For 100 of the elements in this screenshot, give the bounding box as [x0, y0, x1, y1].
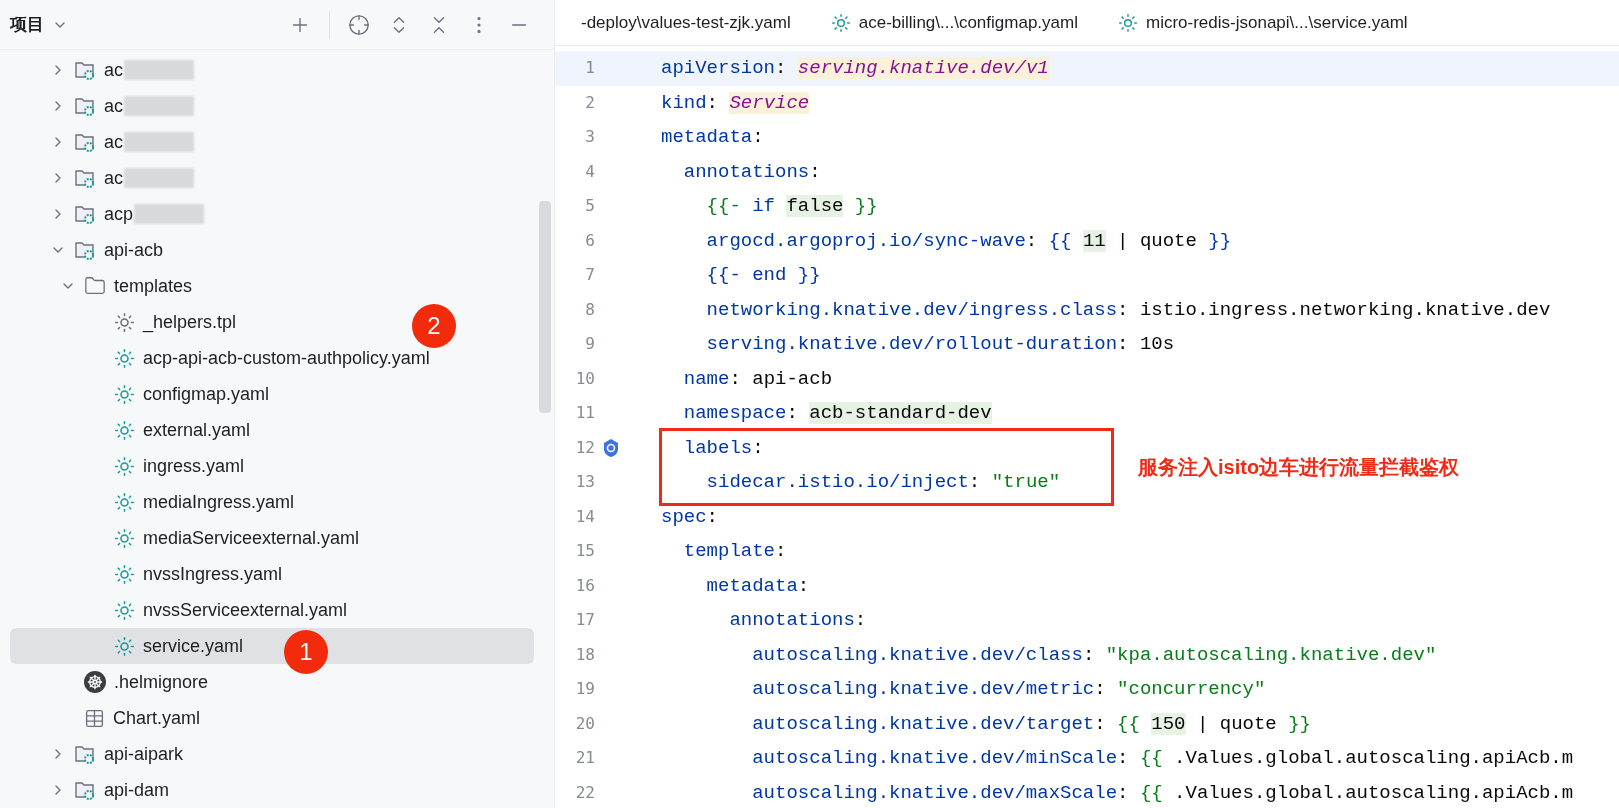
editor-tab[interactable]: micro-redis-jsonapi\...\service.yaml	[1117, 9, 1408, 36]
code-line: serving.knative.dev/rollout-duration: 10s	[705, 332, 1175, 357]
code-line: spec:	[661, 504, 718, 530]
line-number: 13	[574, 471, 595, 494]
table-icon	[84, 707, 105, 729]
line-number: 20	[574, 712, 595, 735]
item-label: templates	[114, 274, 193, 298]
item-label: _helpers.tpl	[143, 310, 237, 335]
gear-icon	[114, 455, 135, 477]
tree-item[interactable]: mediaServiceexternal.yaml	[10, 520, 364, 556]
line-number: 19	[574, 678, 595, 701]
gear-icon	[114, 563, 135, 585]
item-label: nvssIngress.yaml	[143, 562, 283, 586]
code-line: namespace: acb-standard-dev	[682, 401, 992, 426]
code-line: autoscaling.knative.dev/metric: "concurrency"	[751, 677, 1266, 702]
module-folder-icon	[74, 239, 96, 261]
code-line: metadata:	[705, 573, 810, 599]
gear-icon	[114, 527, 135, 549]
item-label: configmap.yaml	[143, 382, 270, 406]
gear-icon	[114, 311, 135, 333]
tree-item[interactable]: ac	[10, 88, 198, 124]
item-label: external.yaml	[143, 418, 251, 442]
item-label: mediaIngress.yaml	[143, 490, 295, 514]
item-label: api-aipark	[104, 742, 184, 766]
gear-icon	[114, 491, 135, 513]
code-line: kind: Service	[661, 90, 810, 116]
item-label: ac	[104, 94, 123, 118]
tree-item[interactable]: api-dam	[10, 772, 174, 808]
line-number: 4	[584, 160, 595, 183]
line-number: 17	[574, 609, 595, 632]
tree-item[interactable]: _helpers.tpl	[10, 304, 241, 340]
code-line: {{- if false }}	[705, 194, 878, 219]
code-line: labels:	[682, 435, 764, 461]
tree-item[interactable]: nvssIngress.yaml	[10, 556, 287, 592]
editor-tab[interactable]: -deploy\values-test-zjk.yaml	[581, 9, 791, 36]
item-label: ac	[104, 166, 123, 190]
tree-item[interactable]: mediaIngress.yaml	[10, 484, 299, 520]
code-line: argocd.argoproj.io/sync-wave: {{ 11 | quote }}	[705, 228, 1232, 254]
line-number: 7	[584, 264, 595, 287]
tree-item[interactable]: configmap.yaml	[10, 376, 274, 412]
tree-item[interactable]: templates	[10, 268, 197, 304]
gear-icon	[114, 419, 135, 441]
code-line: networking.knative.dev/ingress.class: istio.ingress.networking.knative.dev	[705, 297, 1551, 323]
line-number: 14	[574, 505, 595, 528]
item-label: api-dam	[104, 778, 170, 802]
code-line: sidecar.istio.io/inject: "true"	[705, 470, 1061, 495]
tree-item[interactable]: nvssServiceexternal.yaml	[10, 592, 352, 628]
redaction-block	[124, 168, 194, 188]
line-number: 3	[584, 126, 595, 149]
gear-icon	[114, 383, 135, 405]
item-label: acp-api-acb-custom-authpolicy.yaml	[143, 346, 430, 370]
crosshair-icon[interactable]	[348, 13, 370, 36]
redaction-block	[134, 204, 205, 224]
item-label: service.yaml	[143, 634, 244, 658]
tree-item[interactable]: external.yaml	[10, 412, 255, 448]
tree-item[interactable]: ac	[10, 160, 198, 196]
tree-item[interactable]: acp	[10, 196, 209, 232]
redaction-block	[124, 96, 194, 116]
item-label: mediaServiceexternal.yaml	[143, 526, 360, 550]
badge-icon[interactable]	[601, 437, 621, 458]
tree-item[interactable]: ac	[10, 52, 198, 88]
code-line: name: api-acb	[682, 366, 833, 392]
tree-item[interactable]: Chart.yaml	[10, 700, 205, 736]
code-line: autoscaling.knative.dev/minScale: {{ .Values.global.autoscaling.apiAcb.m	[751, 746, 1574, 771]
gear-icon	[830, 12, 851, 33]
module-folder-icon	[74, 167, 96, 189]
line-number: 2	[584, 91, 595, 114]
code-line: apiVersion: serving.knative.dev/v1	[661, 56, 1049, 81]
line-number: 22	[574, 781, 595, 804]
line-number: 9	[584, 333, 595, 356]
callout-text: 服务注入isito边车进行流量拦截鉴权	[1138, 455, 1460, 480]
scrollbar[interactable]	[539, 201, 551, 413]
line-number: 11	[574, 402, 595, 425]
item-label: ac	[104, 58, 123, 82]
tree-item[interactable]: ac	[10, 124, 198, 160]
module-folder-icon	[74, 131, 96, 153]
redaction-block	[124, 132, 194, 152]
panel-title: 项目	[10, 13, 44, 36]
module-folder-icon	[74, 743, 96, 765]
item-label: acp	[104, 202, 134, 226]
code-line: autoscaling.knative.dev/target: {{ 150 | quote }}	[751, 711, 1311, 737]
gear-icon	[114, 599, 135, 621]
tree-item[interactable]: api-aipark	[10, 736, 188, 772]
gear-icon	[1117, 12, 1138, 33]
item-label: ac	[104, 130, 123, 154]
line-number: 12	[574, 436, 595, 459]
line-number: 16	[574, 574, 595, 597]
module-folder-icon	[74, 203, 96, 225]
tree-item[interactable]: .helmignore	[10, 664, 213, 700]
tree-item[interactable]: api-acb	[10, 232, 168, 268]
line-number: 5	[584, 195, 595, 218]
module-folder-icon	[74, 95, 96, 117]
item-label: nvssServiceexternal.yaml	[143, 598, 348, 622]
item-label: ingress.yaml	[143, 454, 245, 478]
gear-icon	[114, 635, 135, 657]
line-number: 8	[584, 298, 595, 321]
redaction-block	[124, 60, 194, 80]
editor-tab[interactable]: ace-billing\...\configmap.yaml	[830, 9, 1078, 36]
tree-item[interactable]: ingress.yaml	[10, 448, 249, 484]
module-folder-icon	[74, 779, 96, 801]
